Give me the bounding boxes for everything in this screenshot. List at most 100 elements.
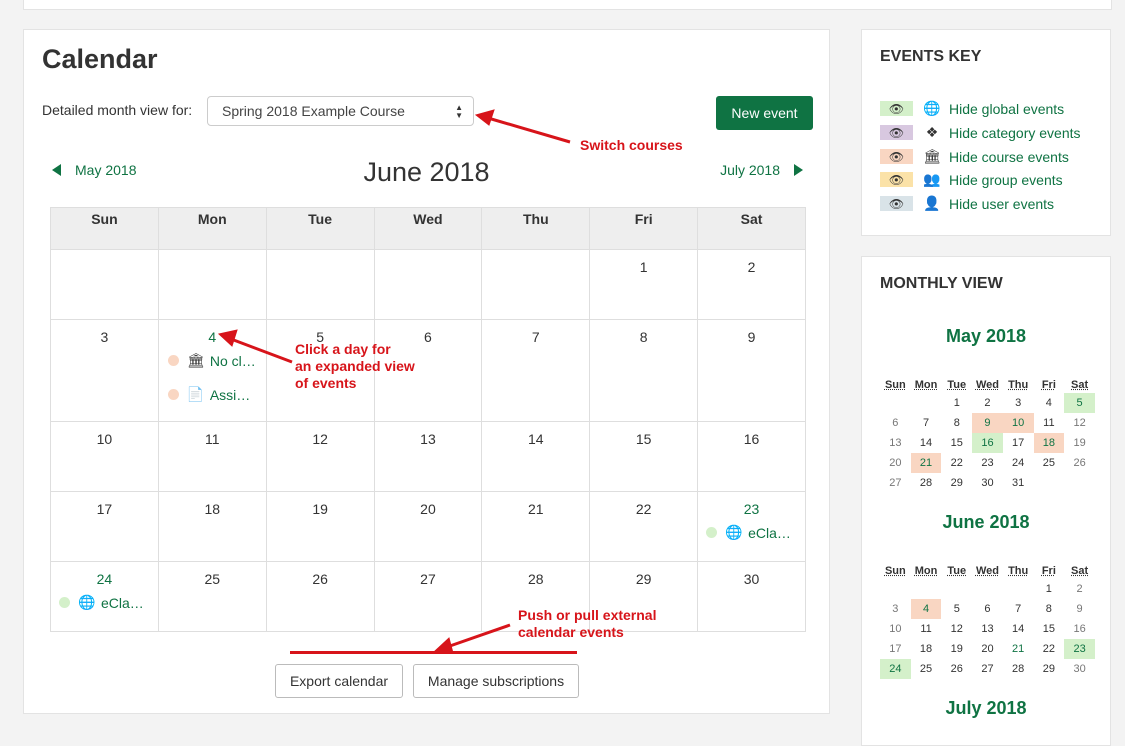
user-icon: 👤	[923, 195, 941, 212]
eye-icon: 👁	[880, 172, 913, 187]
mini-day-cell: 29	[1034, 659, 1065, 679]
mini-day-cell: 3	[1003, 393, 1034, 413]
mini-day-cell: 19	[1064, 433, 1095, 453]
eye-icon: 👁	[880, 196, 913, 211]
monthly-view-heading: MONTHLY VIEW	[880, 275, 1003, 293]
mini-day-cell: 8	[1034, 599, 1065, 619]
mini-weekday-header: Tue	[941, 562, 972, 579]
mini-weekday-header: Thu	[1003, 562, 1034, 579]
mini-day-cell: 17	[880, 639, 911, 659]
mini-day-cell[interactable]: 21	[1003, 639, 1034, 659]
mini-day-cell: 28	[1003, 659, 1034, 679]
mini-day-cell: 30	[972, 473, 1003, 493]
mini-day-cell: 24	[1003, 453, 1034, 473]
mini-day-cell: 6	[972, 599, 1003, 619]
mini-weekday-header: Wed	[972, 376, 1003, 393]
mini-day-cell	[1003, 579, 1034, 599]
mini-day-cell: 11	[911, 619, 942, 639]
key-item-group[interactable]: 👁 👥 Hide group events	[880, 171, 1063, 188]
mini-day-cell: 30	[1064, 659, 1095, 679]
mini-week-row: 10 11 12 13 14 15 16	[880, 619, 1095, 639]
annotation-click-day: Click a day for an expanded view of even…	[295, 341, 415, 392]
mini-day-cell[interactable]: 9	[972, 413, 1003, 433]
eye-icon: 👁	[880, 149, 913, 164]
key-item-global[interactable]: 👁 🌐 Hide global events	[880, 100, 1064, 117]
mini-day-cell: 7	[1003, 599, 1034, 619]
key-label: Hide user events	[949, 196, 1054, 212]
key-item-course[interactable]: 👁 🏛 Hide course events	[880, 148, 1069, 165]
mini-day-cell[interactable]: 18	[1034, 433, 1065, 453]
mini-day-cell: 2	[972, 393, 1003, 413]
mini-day-cell	[1064, 473, 1095, 493]
mini-day-cell[interactable]: 10	[1003, 413, 1034, 433]
events-key-heading: EVENTS KEY	[880, 48, 981, 66]
mini-day-cell: 25	[911, 659, 942, 679]
mini-week-row: 17 18 19 20 21 22 23	[880, 639, 1095, 659]
key-label: Hide course events	[949, 149, 1069, 165]
mini-day-cell: 13	[972, 619, 1003, 639]
mini-day-cell[interactable]: 16	[972, 433, 1003, 453]
mini-calendar-may: Sun Mon Tue Wed Thu Fri Sat 1 2 3 4 5 6 7 8 9 10 11 12 13 1…	[880, 376, 1095, 493]
group-icon: 👥	[923, 171, 941, 188]
annotation-line: an expanded view	[295, 358, 415, 375]
mini-day-cell	[880, 393, 911, 413]
mini-day-cell: 13	[880, 433, 911, 453]
globe-icon: 🌐	[923, 100, 941, 117]
mini-july-title[interactable]: July 2018	[862, 698, 1110, 719]
key-item-category[interactable]: 👁 ❖ Hide category events	[880, 124, 1081, 141]
mini-week-row: 20 21 22 23 24 25 26	[880, 453, 1095, 473]
mini-day-cell: 19	[941, 639, 972, 659]
mini-day-cell: 22	[1034, 639, 1065, 659]
mini-day-cell: 5	[941, 599, 972, 619]
mini-day-cell[interactable]: 4	[911, 599, 942, 619]
key-label: Hide group events	[949, 172, 1063, 188]
annotation-line: Push or pull external	[518, 607, 656, 624]
mini-weekday-header: Sat	[1064, 562, 1095, 579]
mini-day-cell	[941, 579, 972, 599]
mini-day-cell: 15	[941, 433, 972, 453]
mini-day-cell: 8	[941, 413, 972, 433]
events-key-block: EVENTS KEY 👁 🌐 Hide global events 👁 ❖ Hi…	[861, 29, 1111, 236]
mini-day-cell: 2	[1064, 579, 1095, 599]
mini-weekday-header: Sat	[1064, 376, 1095, 393]
mini-weekday-header: Wed	[972, 562, 1003, 579]
mini-weekday-header: Fri	[1034, 562, 1065, 579]
mini-weekday-header: Thu	[1003, 376, 1034, 393]
mini-week-row: 13 14 15 16 17 18 19	[880, 433, 1095, 453]
mini-day-cell: 20	[972, 639, 1003, 659]
mini-day-cell: 25	[1034, 453, 1065, 473]
annotation-switch-courses: Switch courses	[580, 137, 683, 154]
mini-day-cell: 16	[1064, 619, 1095, 639]
mini-weekday-header: Sun	[880, 376, 911, 393]
key-item-user[interactable]: 👁 👤 Hide user events	[880, 195, 1054, 212]
mini-week-row: 27 28 29 30 31	[880, 473, 1095, 493]
annotation-line: of events	[295, 375, 415, 392]
mini-day-cell[interactable]: 24	[880, 659, 911, 679]
mini-day-cell: 10	[880, 619, 911, 639]
mini-day-cell[interactable]: 5	[1064, 393, 1095, 413]
mini-may-title[interactable]: May 2018	[862, 326, 1110, 347]
mini-weekday-header: Mon	[911, 376, 942, 393]
mini-day-cell: 22	[941, 453, 972, 473]
mini-day-cell: 27	[972, 659, 1003, 679]
mini-day-cell: 29	[941, 473, 972, 493]
cubes-icon: ❖	[923, 124, 941, 141]
mini-weekday-header: Mon	[911, 562, 942, 579]
mini-day-cell[interactable]: 23	[1064, 639, 1095, 659]
mini-day-cell	[911, 393, 942, 413]
institution-icon: 🏛	[923, 148, 941, 165]
key-label: Hide category events	[949, 125, 1081, 141]
monthly-view-block: MONTHLY VIEW May 2018 Sun Mon Tue Wed Thu Fri…	[861, 256, 1111, 746]
mini-week-row: 24 25 26 27 28 29 30	[880, 659, 1095, 679]
mini-june-title[interactable]: June 2018	[862, 512, 1110, 533]
key-label: Hide global events	[949, 101, 1064, 117]
mini-day-cell[interactable]: 21	[911, 453, 942, 473]
mini-weekday-header: Fri	[1034, 376, 1065, 393]
eye-icon: 👁	[880, 101, 913, 116]
mini-weekday-header: Sun	[880, 562, 911, 579]
annotation-line: Click a day for	[295, 341, 415, 358]
mini-day-cell: 28	[911, 473, 942, 493]
mini-calendar-june: Sun Mon Tue Wed Thu Fri Sat 1 2 3 4 5 6 7 8 9 10 11 12 13 1…	[880, 562, 1095, 679]
mini-week-row: 1 2 3 45	[880, 393, 1095, 413]
mini-day-cell: 14	[911, 433, 942, 453]
